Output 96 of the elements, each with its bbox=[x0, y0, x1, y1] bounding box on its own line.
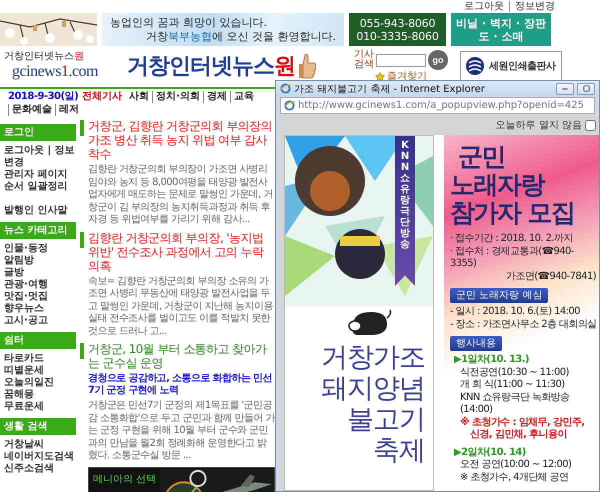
sidebar-link[interactable]: 글방 bbox=[4, 267, 76, 279]
poster-text: · 접수처 : 경제교통과(☎940-3355) bbox=[450, 246, 575, 270]
poster-headline: 축제 bbox=[372, 435, 426, 466]
poster-text: ▶1일차(10. 13.) bbox=[453, 354, 530, 366]
top-link[interactable]: 정보변경 bbox=[509, 0, 560, 12]
poster-text: - 장소 : 가조면사무소 2층 대회의실 bbox=[450, 318, 598, 331]
poster-text: ▶2일차(10. 14) bbox=[453, 446, 527, 459]
browser-icon bbox=[284, 100, 295, 111]
sidebar-link[interactable]: 발행인 인사말 bbox=[4, 205, 76, 217]
nav-link[interactable]: 전체기사 bbox=[82, 91, 122, 103]
poster-headline: 군민 bbox=[457, 143, 506, 171]
banner-text: 농업인의 꿈과 희망이 있습니다. bbox=[110, 16, 268, 30]
dismiss-label[interactable]: 오늘하루 열지 않음 bbox=[496, 118, 582, 132]
sidebar-link[interactable]: 띠별운세 bbox=[4, 365, 76, 377]
poster-headline: 돼지양념 bbox=[320, 373, 426, 404]
dismiss-checkbox[interactable] bbox=[585, 120, 596, 130]
article-marker bbox=[80, 232, 84, 248]
poster-text: 가조면(☎940-7841) bbox=[505, 270, 598, 283]
favorites-link[interactable]: 즐겨찾기 bbox=[375, 71, 427, 82]
browser-icon bbox=[280, 83, 291, 94]
date-label: 2018-9-30(일) bbox=[8, 91, 78, 103]
sidebar-heading: 쉼터 bbox=[0, 332, 76, 349]
star-icon bbox=[375, 72, 385, 82]
top-link[interactable]: 로그아웃 bbox=[459, 0, 509, 12]
sidebar-heading: 로그인 bbox=[0, 124, 76, 141]
article-marker bbox=[80, 343, 84, 359]
poster-headline: 불고기 bbox=[346, 404, 426, 435]
article-summary: 거창군은 민선7기 군정의 제1목표를 '군민공감 소통화합'으로 두고 군민과 함께 만들어 가는 군정 구현을 위해 10월 부터 군수와 군민과의 만남을 월2회 정례화해 운영한다고 밝혔다. 소통군수실 방문 ... bbox=[88, 400, 275, 462]
sidebar-link[interactable]: 고시·공고 bbox=[4, 315, 76, 327]
sidebar-link[interactable]: 향우뉴스 bbox=[4, 303, 76, 315]
poster-text: 오전 공연(10:00 ~ 12:00) bbox=[459, 459, 572, 472]
poster-text: KNN 쇼유랑극단 녹화방송(14:00) bbox=[459, 392, 570, 416]
banner-text: 비닐 · 벽지 · 장판 bbox=[456, 16, 546, 30]
sidebar-link[interactable]: 오늘의일진 bbox=[4, 377, 76, 389]
article-title[interactable]: 거창군, 김향란 거창군의회 부의장의 가조 병산 취득 농지 위법 여부 감사 착수 bbox=[88, 119, 275, 161]
article-marker bbox=[80, 120, 84, 136]
nav-link[interactable]: 정치·의회 bbox=[152, 91, 203, 103]
phone-number: 055-943-8060 bbox=[360, 16, 436, 30]
section-tag: 행사내용 bbox=[450, 336, 502, 351]
sidebar-link[interactable]: 관리자 페이지 bbox=[4, 169, 76, 181]
article-title[interactable]: 거창군, 10월 부터 소통하고 찾아가는 군수실 운영 bbox=[88, 342, 275, 370]
logo-domain[interactable]: gcinews1.com bbox=[12, 62, 98, 82]
article-subtitle: 경청으로 공감하고, 소통으로 화합하는 민선7기 군정 구현에 노력 bbox=[88, 373, 273, 397]
nav-link[interactable]: 레저 bbox=[55, 104, 82, 116]
sponsor-name: 세원인쇄출판사 bbox=[489, 60, 556, 73]
window-title: 가조 돼지불고기 축제 - Internet Explorer bbox=[294, 82, 486, 96]
url-text: http://www.gcinews1.com/a_popupview.php?openid=425 bbox=[298, 100, 584, 111]
logo-subtitle: 거창인터넷뉴스원 bbox=[4, 50, 84, 62]
sidebar-link[interactable]: 신주소검색 bbox=[4, 463, 76, 475]
sidebar-heading: 생활 검색 bbox=[0, 418, 76, 435]
poster-headline: 노래자랑 bbox=[450, 171, 546, 199]
banner-text: 거창북부농협에 오신 것을 환영합니다. bbox=[145, 30, 336, 44]
poster-text: 개 회 식(11:00 ~ 11:30) bbox=[459, 379, 566, 392]
poster-headline: 거창가조 bbox=[320, 342, 426, 373]
sidebar-link[interactable]: 네이버지도검색 bbox=[4, 451, 76, 463]
nav-link[interactable]: 문화예술 bbox=[8, 104, 55, 116]
phone-number: 010-3335-8060 bbox=[356, 30, 439, 42]
poster-text: 식전공연(10:30 ~ 11:00) bbox=[459, 366, 570, 379]
thumbs-up-icon bbox=[299, 53, 317, 79]
poster-text: 신경, 김민채, 후니용이 bbox=[469, 429, 568, 442]
article-summary: 김향란 거창군의회 부의장이 가조면 사병리 임야와 농지 등 8,000여평을 태양광 발전사업자에게 매도하는 문제로 말썽인 가운데, 거창군이 김 부의장의 농지취득과정과 취득 후 자경 등 위법여부를 가리기 위해 감사... bbox=[88, 164, 274, 226]
sidebar-link[interactable]: 거창날씨 bbox=[4, 439, 76, 451]
ad-banner[interactable]: 메니아의 선택 bbox=[88, 466, 275, 492]
poster-headline: 참가자 모집 bbox=[450, 199, 576, 227]
banner-text: 도 · 소매 bbox=[478, 30, 524, 42]
sidebar-link[interactable]: 무료운세 bbox=[4, 401, 76, 413]
nav-link[interactable]: 교육 bbox=[230, 91, 257, 103]
sidebar-link[interactable]: 맛집·멋집 bbox=[4, 291, 76, 303]
sidebar-link[interactable]: 꿈해몽 bbox=[4, 389, 76, 401]
sidebar-link[interactable]: 인물·동정 bbox=[4, 243, 76, 255]
search-label: 기사 검색 bbox=[354, 50, 374, 70]
poster-text: · 접수기간 : 2018. 10. 2.까지 bbox=[450, 233, 574, 246]
poster-text: ※ 초청가수 : 임채무, 강민주, bbox=[459, 416, 586, 429]
sidebar-heading: 뉴스 카테고리 bbox=[0, 222, 76, 239]
site-title: 거창인터넷뉴스원 bbox=[127, 53, 295, 81]
go-button[interactable]: go bbox=[428, 50, 448, 70]
search-field[interactable] bbox=[376, 54, 426, 66]
poster-text: ※ 초청가수, 4개단체 공연 bbox=[459, 472, 570, 484]
ribbon-text: KNN 쇼유랑극단 방송 bbox=[400, 140, 410, 252]
sidebar-link[interactable]: 알림방 bbox=[4, 255, 76, 267]
nav-link[interactable]: 경제 bbox=[202, 91, 230, 103]
nav-link[interactable]: 사회 bbox=[126, 91, 152, 103]
poster-text: - 일시 : 2018. 10. 6.(토) 14:00 bbox=[450, 306, 581, 318]
maximize-button[interactable] bbox=[577, 82, 595, 94]
article-summary: 속보= 김향란 거창군의회 부의장 소유의 가조면 사병리 무동산에 태양광 발전사업을 두고 말썽인 가운데, 거창군이 지난해 농지이용실태 전수조사를 벌이고도 이를 적발치 못한 것으로 드러나 고... bbox=[88, 276, 274, 338]
ad-text: 메니아의 선택 bbox=[92, 472, 158, 486]
sidebar-link[interactable]: 관광·여행 bbox=[4, 279, 76, 291]
sponsor-logo-icon bbox=[465, 56, 485, 76]
article-title[interactable]: 김향란 거창군의회 부의장, '농지법 위반' 전수조사 과정에서 고의 누락 의혹 bbox=[88, 230, 275, 272]
sidebar-link[interactable]: 로그아웃 | 정보변경 bbox=[4, 145, 76, 169]
section-tag: 군민 노래자랑 예심 bbox=[450, 288, 548, 303]
sidebar-link[interactable]: 순서 일괄정리 bbox=[4, 181, 76, 193]
minimize-button[interactable] bbox=[556, 82, 574, 94]
maximize-icon bbox=[582, 85, 590, 92]
sidebar-link[interactable]: 타로카드 bbox=[4, 353, 76, 365]
address-bar[interactable]: http://www.gcinews1.com/a_popupview.php?openid=425 bbox=[280, 97, 595, 114]
